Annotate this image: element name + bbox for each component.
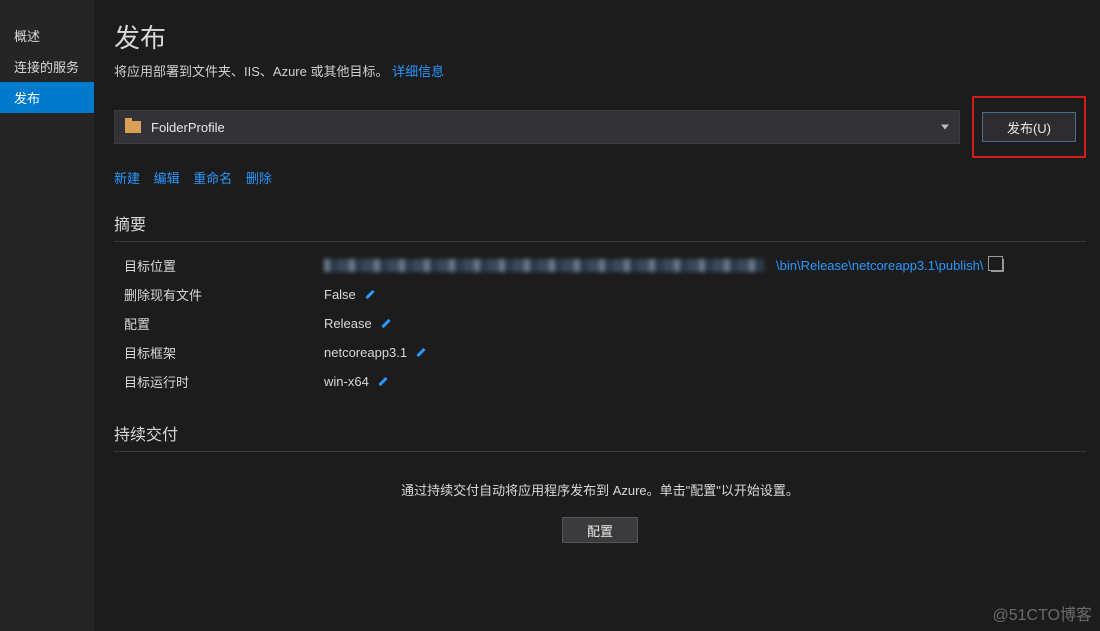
sidebar-item-connected-services[interactable]: 连接的服务 [0, 51, 94, 82]
profile-actions: 新建 编辑 重命名 删除 [114, 168, 1086, 187]
summary-row-target-framework: 目标框架 netcoreapp3.1 [124, 343, 1086, 362]
summary-row-delete-existing: 删除现有文件 False [124, 285, 1086, 304]
continuous-delivery-description: 通过持续交付自动将应用程序发布到 Azure。单击"配置"以开始设置。 [114, 480, 1086, 499]
summary-label: 配置 [124, 314, 324, 333]
delete-profile-link[interactable]: 删除 [246, 171, 272, 186]
folder-icon [125, 121, 141, 133]
pencil-icon[interactable] [380, 318, 392, 330]
summary-label: 目标位置 [124, 256, 324, 275]
summary-row-target-runtime: 目标运行时 win-x64 [124, 372, 1086, 391]
summary-label: 删除现有文件 [124, 285, 324, 304]
page-description: 将应用部署到文件夹、IIS、Azure 或其他目标。 [114, 64, 388, 79]
summary-label: 目标框架 [124, 343, 324, 362]
summary-list: 目标位置 \bin\Release\netcoreapp3.1\publish\… [114, 256, 1086, 391]
target-runtime-value: win-x64 [324, 374, 369, 389]
continuous-delivery-heading: 持续交付 [114, 421, 1086, 452]
summary-row-configuration: 配置 Release [124, 314, 1086, 333]
summary-row-target-location: 目标位置 \bin\Release\netcoreapp3.1\publish\ [124, 256, 1086, 275]
rename-profile-link[interactable]: 重命名 [193, 171, 232, 186]
pencil-icon[interactable] [377, 376, 389, 388]
details-link[interactable]: 详细信息 [392, 64, 444, 79]
watermark: @51CTO博客 [992, 601, 1092, 625]
configure-button[interactable]: 配置 [562, 517, 638, 543]
publish-highlight-box: 发布(U) [972, 96, 1086, 158]
new-profile-link[interactable]: 新建 [114, 171, 140, 186]
summary-label: 目标运行时 [124, 372, 324, 391]
chevron-down-icon [941, 125, 949, 130]
sidebar-item-publish[interactable]: 发布 [0, 82, 94, 113]
target-location-value[interactable]: \bin\Release\netcoreapp3.1\publish\ [776, 258, 983, 273]
main-panel: 发布 将应用部署到文件夹、IIS、Azure 或其他目标。 详细信息 Folde… [94, 0, 1100, 631]
profile-dropdown[interactable]: FolderProfile [114, 110, 960, 144]
pencil-icon[interactable] [364, 289, 376, 301]
copy-icon[interactable] [991, 259, 1004, 272]
page-title: 发布 [114, 18, 1086, 55]
profile-selected-label: FolderProfile [151, 120, 225, 135]
delete-existing-value: False [324, 287, 356, 302]
publish-button[interactable]: 发布(U) [982, 112, 1076, 142]
configuration-value: Release [324, 316, 372, 331]
edit-profile-link[interactable]: 编辑 [154, 171, 180, 186]
summary-heading: 摘要 [114, 211, 1086, 242]
pencil-icon[interactable] [415, 347, 427, 359]
sidebar: 概述 连接的服务 发布 [0, 0, 94, 631]
sidebar-item-overview[interactable]: 概述 [0, 20, 94, 51]
target-framework-value: netcoreapp3.1 [324, 345, 407, 360]
redacted-path [324, 259, 764, 272]
